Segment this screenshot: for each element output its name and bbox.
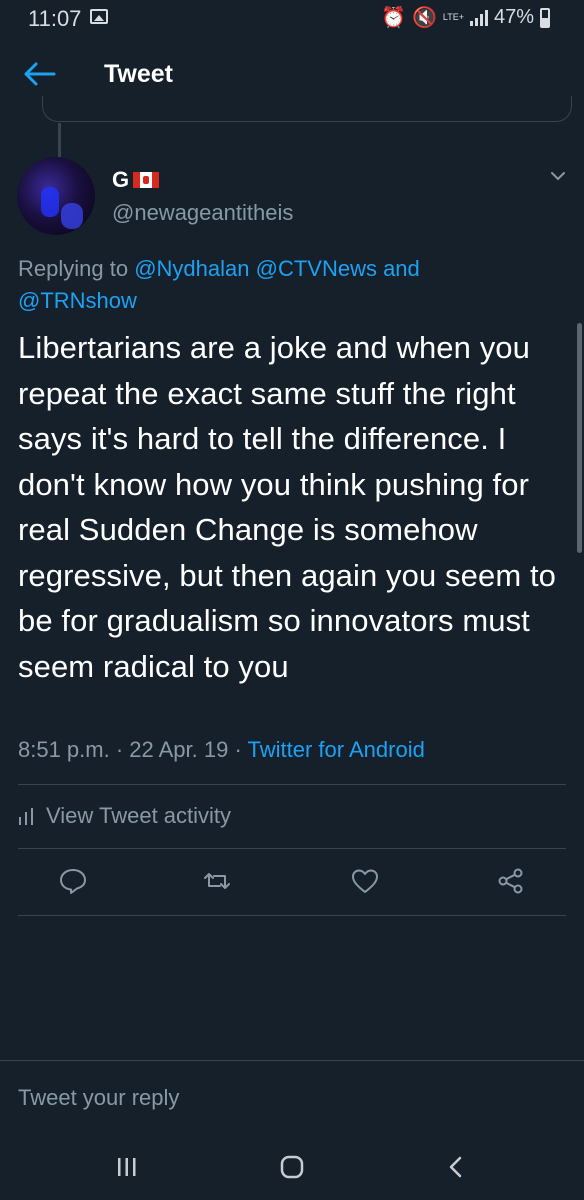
gallery-notification-icon [90, 9, 108, 24]
alarm-icon: ⏰ [381, 7, 406, 29]
retweet-icon[interactable] [202, 866, 232, 896]
tweet-timestamp: 8:51 p.m. · 22 Apr. 19 · [18, 737, 248, 762]
status-time: 11:07 [28, 6, 82, 31]
battery-icon [540, 7, 550, 28]
bar-chart-icon [19, 808, 33, 825]
reply-composer[interactable]: Tweet your reply [0, 1060, 584, 1132]
divider [18, 784, 566, 785]
system-navigation-bar [0, 1132, 584, 1200]
mention-link[interactable]: @TRNshow [18, 288, 137, 313]
divider [18, 848, 566, 849]
tweet-text: Libertarians are a joke and when you rep… [18, 330, 557, 684]
recents-nav-icon[interactable] [112, 1154, 142, 1180]
author-handle[interactable]: @newageantitheis [112, 200, 293, 226]
battery-percent: 47% [493, 6, 534, 28]
page-title: Tweet [104, 60, 173, 88]
scrollbar[interactable] [577, 323, 582, 553]
replying-to: Replying to @Nydhalan @CTVNews and @TRNs… [18, 253, 538, 317]
mention-link[interactable]: @CTVNews [256, 256, 377, 281]
back-arrow-icon[interactable] [22, 60, 56, 88]
author-display-name: G [112, 167, 130, 192]
like-icon[interactable] [350, 866, 380, 896]
mention-link[interactable]: @Nydhalan [134, 256, 249, 281]
tweet-source-link[interactable]: Twitter for Android [248, 737, 425, 762]
home-nav-icon[interactable] [277, 1154, 307, 1180]
tweet-meta: 8:51 p.m. · 22 Apr. 19 · Twitter for And… [18, 737, 425, 763]
share-icon[interactable] [496, 866, 526, 896]
back-nav-icon[interactable] [442, 1154, 472, 1180]
activity-label: View Tweet activity [46, 803, 232, 828]
status-icons: ⏰ 🔇 LTE+ 47% [381, 5, 550, 30]
author-name[interactable]: G [112, 167, 160, 193]
chevron-down-icon[interactable] [550, 170, 566, 182]
divider [18, 915, 566, 916]
signal-icon [469, 9, 488, 26]
view-tweet-activity-button[interactable]: View Tweet activity [18, 803, 231, 829]
mute-icon: 🔇 [411, 7, 437, 29]
tweet-actions [0, 862, 584, 902]
reply-input[interactable]: Tweet your reply [18, 1085, 179, 1111]
avatar[interactable] [17, 157, 95, 235]
replying-prefix: Replying to [18, 256, 135, 281]
network-type: LTE+ [442, 12, 464, 22]
replying-and: and [376, 256, 420, 281]
parent-tweet-card-edge[interactable] [42, 96, 572, 122]
canada-flag-icon [133, 172, 160, 188]
status-bar: 11:07 ⏰ 🔇 LTE+ 47% [0, 0, 584, 36]
thread-connector-line [58, 123, 61, 157]
reply-icon[interactable] [58, 866, 88, 896]
